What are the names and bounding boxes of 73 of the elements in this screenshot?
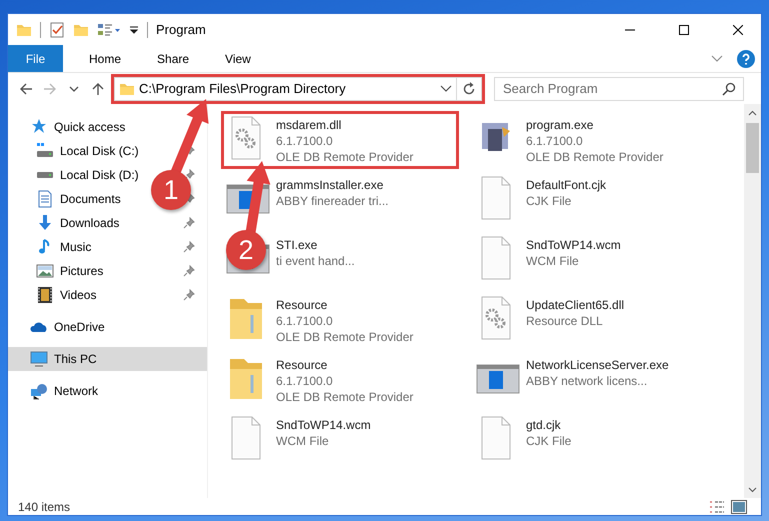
forward-icon	[43, 82, 57, 96]
file-detail: ti event hand...	[276, 253, 355, 269]
download-icon	[36, 214, 54, 232]
star-icon	[30, 118, 48, 136]
sidebar-item[interactable]: Music	[8, 235, 98, 259]
sidebar-item[interactable]: Documents	[8, 187, 127, 211]
maximize-icon	[679, 24, 689, 34]
details-view-icon[interactable]	[709, 500, 725, 514]
file-detail: CJK File	[526, 433, 572, 449]
network-icon	[30, 382, 48, 400]
file-detail: 6.1.7100.0	[276, 133, 334, 149]
file-detail: 6.1.7100.0	[276, 313, 334, 329]
scroll-up-icon[interactable]	[748, 110, 757, 116]
file-name[interactable]: DefaultFont.cjk	[526, 177, 606, 193]
file-detail: ABBY finereader tri...	[276, 193, 388, 209]
item-count: 140 items	[18, 500, 70, 514]
tiles-view-icon[interactable]	[731, 500, 747, 514]
caret-icon[interactable]	[440, 84, 452, 92]
file-detail: 6.1.7100.0	[276, 373, 334, 389]
ribbon-tab[interactable]: View	[209, 45, 267, 72]
sidebar-item[interactable]: Local Disk (C:)	[8, 139, 145, 163]
file-item[interactable]: msdarem.dll 6.1.7100.0 OLE DB Remote Provider	[222, 112, 458, 168]
up-icon	[91, 82, 105, 96]
sidebar-item[interactable]: Network	[8, 379, 104, 403]
window-title: Program	[156, 22, 206, 37]
file-detail: WCM File	[526, 253, 580, 269]
sidebar-item[interactable]: This PC	[8, 347, 207, 371]
ribbon-tab[interactable]: Share	[141, 45, 206, 72]
file-name[interactable]: SndToWP14.wcm	[526, 237, 621, 253]
help-icon[interactable]	[737, 50, 755, 68]
file-detail: WCM File	[276, 433, 330, 449]
sidebar-item[interactable]: Pictures	[8, 259, 110, 283]
drive-icon	[36, 142, 54, 160]
ribbon-tab[interactable]: Home	[73, 45, 138, 72]
drive-icon	[36, 171, 54, 179]
file-name[interactable]: SndToWP14.wcm	[276, 417, 371, 433]
file-name[interactable]: gtd.cjk	[526, 417, 572, 433]
refresh-icon[interactable]	[462, 82, 476, 96]
file-detail: OLE DB Remote Provider	[526, 149, 664, 165]
file-detail: OLE DB Remote Provider	[276, 149, 414, 165]
search-icon	[722, 82, 736, 96]
file-menu-button[interactable]: File	[8, 45, 63, 72]
picture-icon	[36, 262, 54, 280]
scrollbar-thumb[interactable]	[746, 123, 759, 173]
scroll-down-icon[interactable]	[748, 486, 757, 492]
file-detail: OLE DB Remote Provider	[276, 389, 414, 405]
file-detail: ABBY network licens...	[526, 373, 648, 389]
file-detail: 6.1.7100.0	[526, 133, 584, 149]
file-name[interactable]: msdarem.dll	[276, 117, 414, 133]
search-field[interactable]: Search Program	[494, 76, 744, 100]
file-name[interactable]: UpdateClient65.dll	[526, 297, 624, 313]
document-icon	[36, 190, 54, 208]
chevron-icon[interactable]	[711, 54, 723, 62]
file-detail: CJK File	[526, 193, 572, 209]
sidebar-item[interactable]: Local Disk (D:)	[8, 163, 145, 187]
close-icon	[733, 24, 743, 34]
sidebar-item[interactable]: OneDrive	[8, 315, 111, 339]
sidebar-item[interactable]: Videos	[8, 283, 102, 307]
file-name[interactable]: STI.exe	[276, 237, 355, 253]
sidebar-item[interactable]: Downloads	[8, 211, 126, 235]
file-name[interactable]: NetworkLicenseServer.exe	[526, 357, 669, 373]
sidebar-item[interactable]: Quick access	[8, 115, 132, 139]
file-detail: Resource DLL	[526, 313, 604, 329]
computer-icon	[30, 350, 48, 368]
back-icon	[19, 82, 33, 96]
film-icon	[36, 286, 54, 304]
file-name[interactable]: Resource	[276, 357, 414, 373]
file-name[interactable]: Resource	[276, 297, 414, 313]
checklist-icon[interactable]	[49, 22, 65, 38]
view-icon[interactable]	[97, 22, 121, 38]
file-detail: OLE DB Remote Provider	[276, 329, 414, 345]
file-name[interactable]: grammsInstaller.exe	[276, 177, 388, 193]
file-name[interactable]: program.exe	[526, 117, 664, 133]
